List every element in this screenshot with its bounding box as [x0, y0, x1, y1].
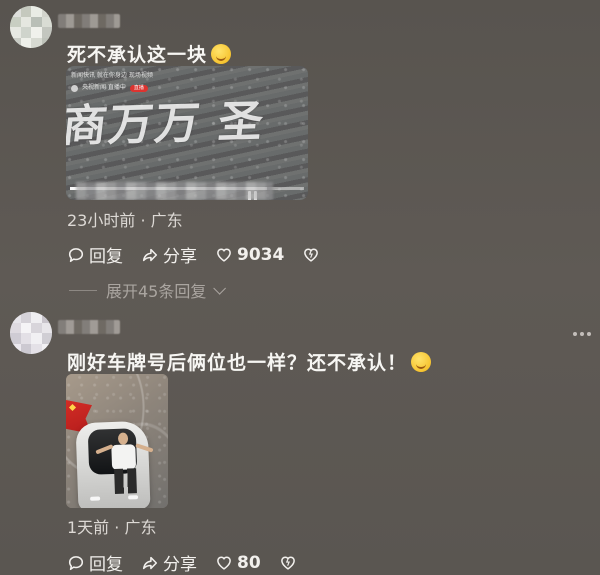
comment-body: 死不承认这一块 [67, 44, 208, 66]
share-arrow-icon [141, 246, 159, 264]
comment-body: 刚好车牌号后俩位也一样？还不承认！ [67, 352, 408, 374]
share-label: 分享 [163, 247, 197, 267]
share-label: 分享 [163, 555, 197, 575]
live-badge: 直播 [129, 84, 148, 92]
divider-line [69, 289, 97, 291]
avatar[interactable] [10, 6, 52, 48]
comment-bubble-icon [67, 554, 85, 572]
road-painted-text: 商万万 圣 [66, 96, 268, 153]
blurred-username[interactable] [58, 14, 120, 28]
headlight [128, 495, 139, 500]
heart-icon [215, 554, 233, 572]
laughing-tears-icon [411, 352, 432, 372]
dislike-button[interactable] [279, 554, 297, 572]
comment-bubble-icon [67, 246, 85, 264]
expand-replies-label: 展开45条回复 [106, 282, 207, 301]
blurred-avatar-image [10, 312, 52, 354]
comment-item: 死不承认这一块 新闻快讯 就在你身边 现场视频 央视新闻 直播中 直播 商万万 … [0, 0, 600, 302]
comment-meta: 23小时前 · 广东 [67, 211, 183, 230]
car-image [75, 420, 154, 508]
channel-label: 央视新闻 直播中 [82, 84, 126, 91]
comment-text: 死不承认这一块 [67, 40, 232, 67]
person-legs [114, 468, 137, 494]
car-roof [87, 428, 154, 494]
broken-heart-icon [302, 246, 320, 264]
smiling-face-icon [211, 44, 232, 64]
reply-button[interactable]: 回复 [67, 242, 123, 267]
comment-text: 刚好车牌号后俩位也一样？还不承认！ [67, 348, 432, 375]
video-overlay-text: 新闻快讯 就在你身边 现场视频 央视新闻 直播中 直播 [71, 72, 281, 92]
dislike-button[interactable] [302, 246, 320, 264]
like-count: 80 [237, 552, 261, 573]
blurred-username[interactable] [58, 320, 120, 334]
broken-heart-icon [279, 554, 297, 572]
expand-replies-button[interactable]: 展开45条回复 [69, 278, 249, 302]
like-button[interactable]: 9034 [215, 245, 284, 265]
channel-avatar-icon [71, 84, 78, 92]
person-head [117, 432, 129, 445]
comment-meta: 1天前 · 广东 [67, 518, 157, 537]
share-button[interactable]: 分享 [141, 550, 197, 575]
reply-label: 回复 [89, 555, 123, 575]
reply-button[interactable]: 回复 [67, 550, 123, 575]
reply-label: 回复 [89, 247, 123, 267]
comments-screen: 死不承认这一块 新闻快讯 就在你身边 现场视频 央视新闻 直播中 直播 商万万 … [0, 0, 600, 575]
comment-actions: 回复 分享 9034 [67, 242, 320, 267]
headlight [90, 496, 101, 501]
comment-item: 刚好车牌号后俩位也一样？还不承认！ 1天前 · 广东 回复 分享 80 [0, 306, 600, 575]
more-options-icon[interactable] [573, 330, 595, 338]
chevron-down-icon [213, 281, 227, 295]
like-count: 9034 [237, 244, 285, 265]
photo-thumbnail[interactable] [66, 374, 168, 508]
like-button[interactable]: 80 [215, 553, 261, 573]
person-body [111, 444, 137, 471]
blurred-video-caption [76, 182, 273, 200]
video-thumbnail[interactable]: 新闻快讯 就在你身边 现场视频 央视新闻 直播中 直播 商万万 圣 [66, 66, 308, 200]
blurred-avatar-image [10, 6, 52, 48]
share-button[interactable]: 分享 [141, 242, 197, 267]
video-header-line: 新闻快讯 就在你身边 现场视频 [71, 72, 153, 79]
share-arrow-icon [141, 554, 159, 572]
comment-actions: 回复 分享 80 [67, 550, 297, 575]
video-channel-row: 央视新闻 直播中 直播 [71, 84, 281, 92]
heart-icon [215, 246, 233, 264]
avatar[interactable] [10, 312, 52, 354]
